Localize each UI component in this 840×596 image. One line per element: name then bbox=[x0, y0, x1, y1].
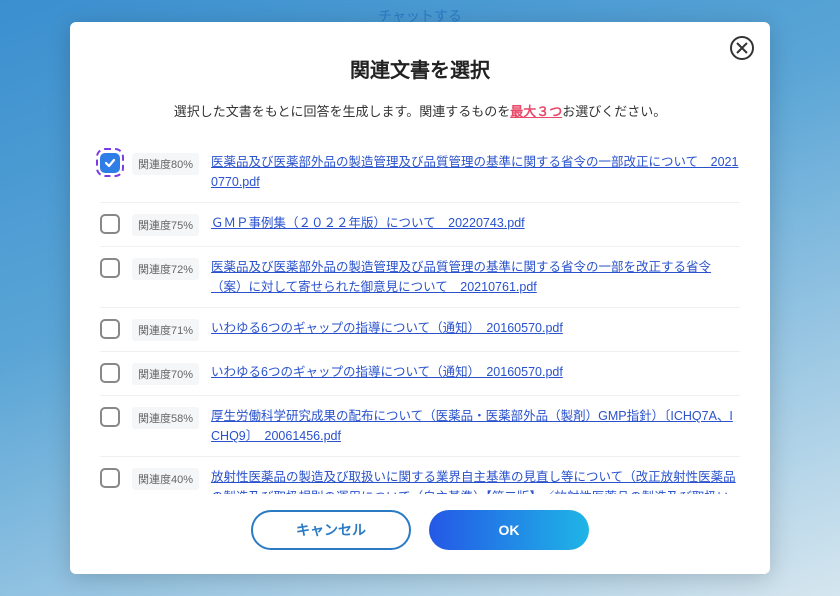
document-row: 関連度80% 医薬品及び医薬部外品の製造管理及び品質管理の基準に関する省令の一部改… bbox=[100, 142, 740, 203]
relevance-badge: 関連度75% bbox=[132, 214, 199, 236]
relevance-badge: 関連度80% bbox=[132, 153, 199, 175]
modal-subtitle: 選択した文書をもとに回答を生成します。関連するものを最大３つお選びください。 bbox=[100, 101, 740, 120]
modal-title: 関連文書を選択 bbox=[100, 54, 740, 83]
document-checkbox[interactable] bbox=[100, 258, 120, 278]
cancel-button[interactable]: キャンセル bbox=[251, 510, 411, 550]
document-link[interactable]: 放射性医薬品の製造及び取扱いに関する業界自主基準の見直し等について（改正放射性医… bbox=[211, 467, 740, 494]
relevance-badge: 関連度58% bbox=[132, 407, 199, 429]
relevance-badge: 関連度72% bbox=[132, 258, 199, 280]
document-row: 関連度72% 医薬品及び医薬部外品の製造管理及び品質管理の基準に関する省令の一部を… bbox=[100, 247, 740, 308]
checkbox-wrap bbox=[100, 152, 120, 173]
max-count-emphasis: 最大３つ bbox=[510, 104, 562, 119]
checkbox-wrap bbox=[100, 213, 120, 234]
document-link[interactable]: ＧＭＰ事例集（２０２２年版）について 20220743.pdf bbox=[211, 213, 525, 233]
checkbox-wrap bbox=[100, 257, 120, 278]
close-icon bbox=[736, 42, 748, 54]
checkbox-wrap bbox=[100, 406, 120, 427]
relevance-badge: 関連度40% bbox=[132, 468, 199, 490]
document-checkbox[interactable] bbox=[100, 363, 120, 383]
modal-header: 関連文書を選択 選択した文書をもとに回答を生成します。関連するものを最大３つお選… bbox=[70, 22, 770, 142]
checkbox-wrap bbox=[100, 362, 120, 383]
relevance-badge: 関連度70% bbox=[132, 363, 199, 385]
document-checkbox[interactable] bbox=[100, 153, 120, 173]
checkbox-wrap bbox=[100, 318, 120, 339]
document-checkbox[interactable] bbox=[100, 319, 120, 339]
document-checkbox[interactable] bbox=[100, 214, 120, 234]
relevance-badge: 関連度71% bbox=[132, 319, 199, 341]
check-icon bbox=[104, 157, 116, 169]
document-checkbox[interactable] bbox=[100, 468, 120, 488]
document-link[interactable]: いわゆる6つのギャップの指導について（通知） 20160570.pdf bbox=[211, 362, 563, 382]
ok-button[interactable]: OK bbox=[429, 510, 589, 550]
document-row: 関連度58% 厚生労働科学研究成果の配布について（医薬品・医薬部外品（製剤）GMP… bbox=[100, 396, 740, 457]
document-link[interactable]: 厚生労働科学研究成果の配布について（医薬品・医薬部外品（製剤）GMP指針）〔IC… bbox=[211, 406, 740, 446]
document-checkbox[interactable] bbox=[100, 407, 120, 427]
document-link[interactable]: 医薬品及び医薬部外品の製造管理及び品質管理の基準に関する省令の一部を改正する省令… bbox=[211, 257, 740, 297]
document-row: 関連度71% いわゆる6つのギャップの指導について（通知） 20160570.pd… bbox=[100, 308, 740, 352]
document-row: 関連度70% いわゆる6つのギャップの指導について（通知） 20160570.pd… bbox=[100, 352, 740, 396]
document-select-modal: 関連文書を選択 選択した文書をもとに回答を生成します。関連するものを最大３つお選… bbox=[70, 22, 770, 574]
document-list[interactable]: 関連度80% 医薬品及び医薬部外品の製造管理及び品質管理の基準に関する省令の一部改… bbox=[70, 142, 770, 494]
document-row: 関連度40% 放射性医薬品の製造及び取扱いに関する業界自主基準の見直し等について（… bbox=[100, 457, 740, 494]
checkbox-wrap bbox=[100, 467, 120, 488]
document-row: 関連度75% ＧＭＰ事例集（２０２２年版）について 20220743.pdf bbox=[100, 203, 740, 247]
modal-footer: キャンセル OK bbox=[70, 494, 770, 574]
document-link[interactable]: 医薬品及び医薬部外品の製造管理及び品質管理の基準に関する省令の一部改正について … bbox=[211, 152, 740, 192]
close-button[interactable] bbox=[730, 36, 754, 60]
document-link[interactable]: いわゆる6つのギャップの指導について（通知） 20160570.pdf bbox=[211, 318, 563, 338]
